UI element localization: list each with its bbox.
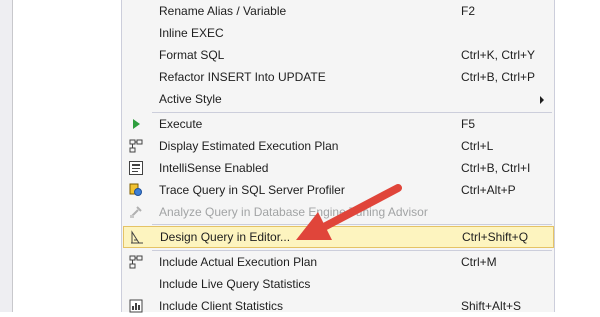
annotation-arrow-icon [296,184,402,240]
